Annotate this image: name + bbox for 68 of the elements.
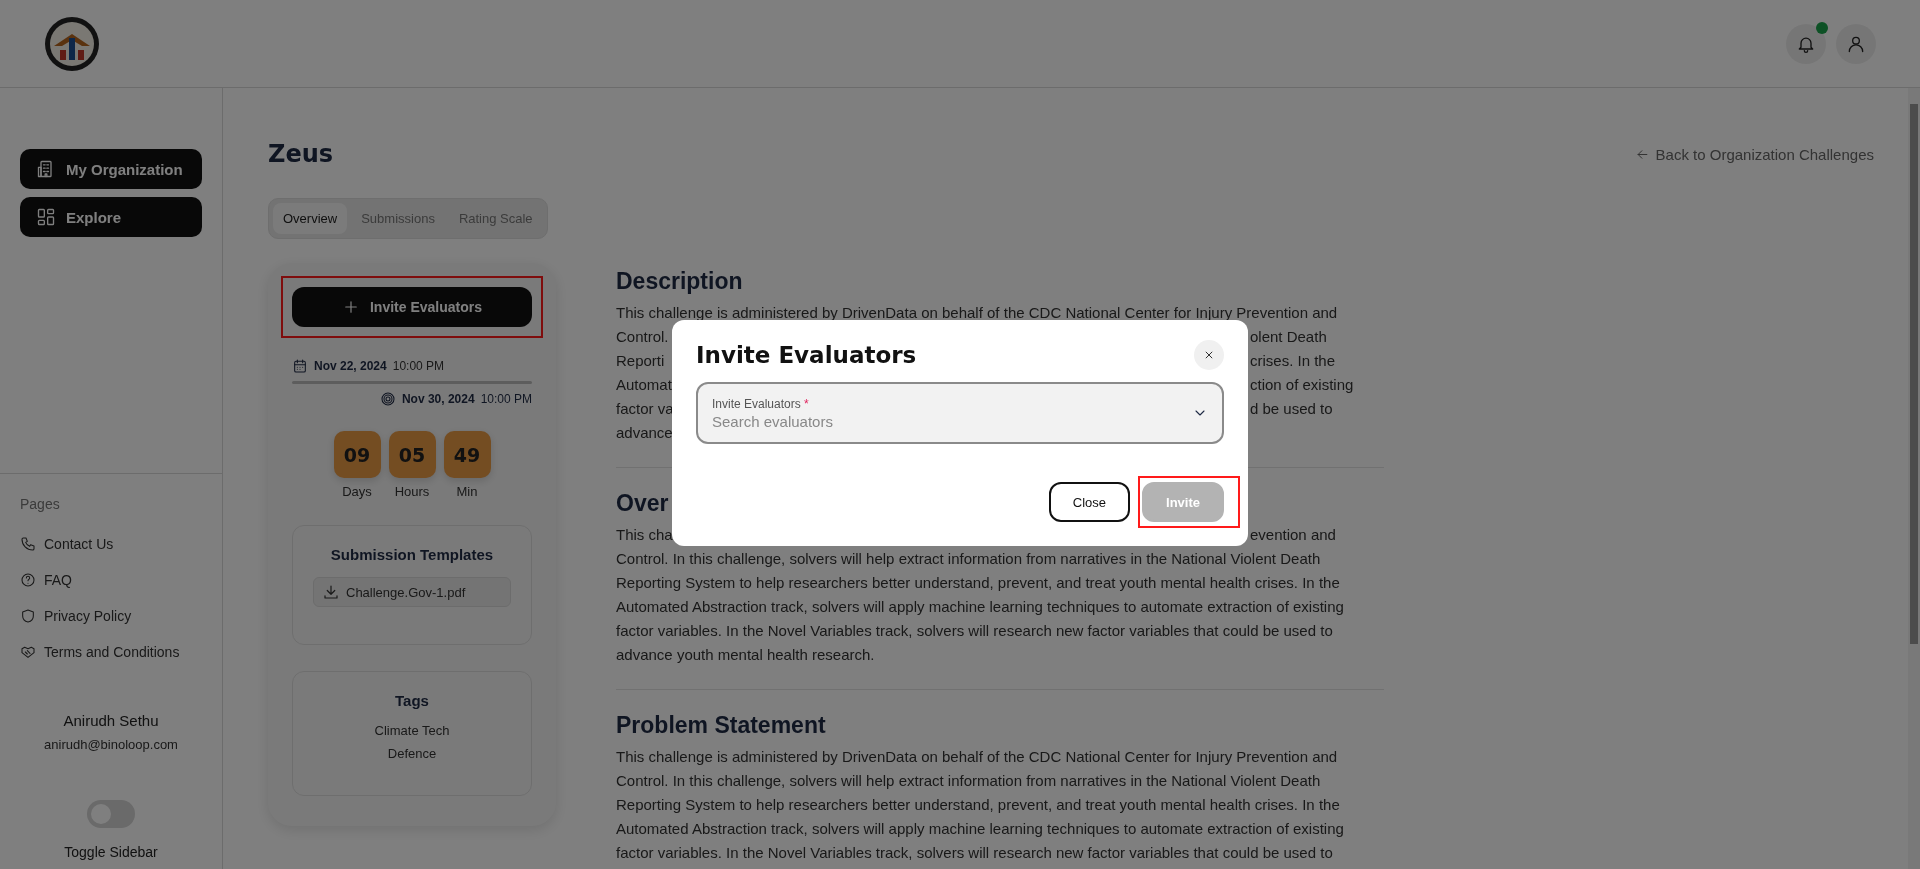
toggle-label: Toggle Sidebar: [64, 844, 158, 860]
handshake-icon: [20, 644, 36, 660]
download-icon: [322, 583, 340, 601]
text-line: advance youth mental health research.: [616, 645, 875, 665]
notifications-button[interactable]: [1786, 23, 1826, 64]
page-link[interactable]: Contact Us: [20, 526, 202, 562]
start-date: Nov 22, 2024: [314, 359, 387, 373]
text-line: Automat: [616, 375, 672, 395]
field-label: Invite Evaluators *: [712, 396, 810, 411]
panel-title: Submission Templates: [330, 546, 494, 563]
user-name: Anirudh Sethu: [63, 712, 159, 729]
section-label: Pages: [20, 496, 61, 512]
file-download[interactable]: Challenge.Gov-1.pdf: [313, 577, 511, 607]
text-line: olent Death: [1250, 327, 1327, 347]
end-time: 10:00 PM: [480, 392, 532, 406]
profile-button[interactable]: [1836, 23, 1876, 64]
text-line: Reporti: [616, 351, 665, 371]
shield-icon: [20, 608, 36, 624]
text-line: factor variables. In the Novel Variables track, solvers will research new factor variables that could be used to: [616, 621, 1333, 641]
text-line: Control. In this challenge, solvers will help extract information from narratives in the National Violent Death: [616, 549, 1321, 569]
countdown-value: 05: [388, 431, 436, 478]
tab[interactable]: Submissions: [351, 203, 445, 234]
countdown-unit: Days: [342, 484, 372, 499]
end-date: Nov 30, 2024: [401, 392, 475, 406]
section-heading: Over: [616, 490, 669, 517]
start-time: 10:00 PM: [392, 359, 445, 373]
text-line: Automated Abstraction track, solvers will apply machine learning techniques to automate extraction of existing: [616, 597, 1344, 617]
page-link[interactable]: FAQ: [20, 562, 202, 598]
countdown-unit: Min: [456, 484, 478, 499]
page-link[interactable]: Terms and Conditions: [20, 634, 202, 670]
logo[interactable]: [44, 15, 100, 72]
text-line: ction of existing: [1250, 375, 1354, 395]
text-line: Reporting System to help researchers better understand, prevent, and treat youth mental health crises. In the: [616, 573, 1340, 593]
user-email: anirudh@binoloop.com: [44, 737, 178, 752]
text-line: This cha: [616, 525, 673, 545]
countdown-unit: Hours: [394, 484, 430, 499]
text-line: This challenge is administered by DrivenData on behalf of the CDC National Center for Injury Prevention and: [616, 303, 1338, 323]
nav-button[interactable]: My Organization: [20, 149, 202, 189]
phone-icon: [20, 536, 36, 552]
search-input[interactable]: Search evaluators: [712, 412, 1184, 430]
tag: Defence: [387, 746, 437, 761]
tag: Climate Tech: [374, 723, 450, 738]
text-line: advance: [616, 423, 673, 443]
help-icon: [20, 572, 36, 588]
calendar-icon: [292, 358, 308, 374]
tab[interactable]: Overview: [273, 203, 348, 234]
panel-title: Tags: [395, 692, 429, 709]
text-line: d be used to: [1250, 399, 1333, 419]
tab[interactable]: Rating Scale: [448, 203, 543, 234]
scrollbar[interactable]: [1908, 88, 1920, 869]
back-link[interactable]: Back to Organization Challenges: [1634, 145, 1874, 163]
select-field[interactable]: Invite Evaluators * Search evaluators: [696, 382, 1224, 444]
text-line: crises. In the: [1250, 351, 1336, 371]
dialog-title: Invite Evaluators: [696, 342, 917, 368]
dialog-button[interactable]: Close: [1048, 482, 1131, 522]
countdown-value: 09: [333, 431, 381, 478]
section-text: This challenge is administered by DrivenData on behalf of the CDC National Center for Injury Prevention and Control. In this challenge, solvers will help extract information from narratives in the National Violent Death Reporting System to help researchers better understand, prevent, and treat youth mental health crises. In the Automated Abstraction track, solvers will apply machine learning techniques to automate extraction of existing factor variables. In the Novel Variables track, solvers will research new factor variables that could be used to: [616, 747, 1345, 863]
target-icon: [379, 391, 396, 407]
grid-icon: [36, 207, 56, 227]
countdown-value: 49: [443, 431, 491, 478]
section-heading: Problem Statement: [616, 712, 826, 739]
text-line: Control.: [616, 327, 669, 347]
page-title: Zeus: [268, 140, 334, 168]
text-line: evention and: [1250, 525, 1336, 545]
nav-button[interactable]: Explore: [20, 197, 202, 237]
section-heading: Description: [616, 268, 743, 295]
invite-button[interactable]: Invite Evaluators: [292, 287, 532, 327]
page-link[interactable]: Privacy Policy: [20, 598, 202, 634]
